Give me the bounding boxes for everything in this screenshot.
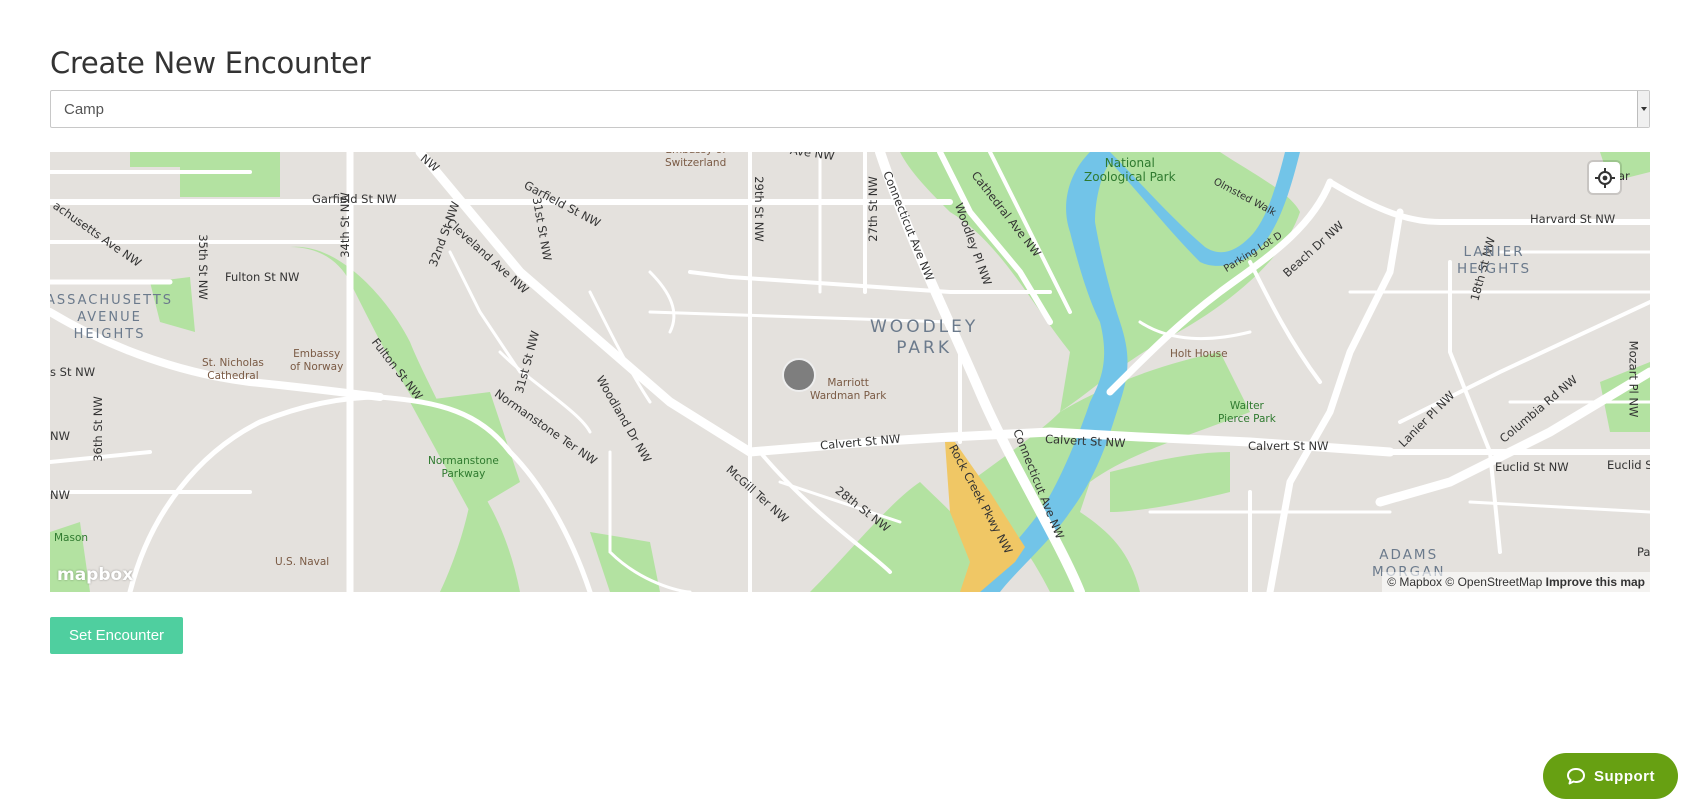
street-label: Calvert St NW — [1248, 439, 1329, 453]
dropdown-arrow-icon[interactable] — [1637, 91, 1649, 127]
support-button[interactable]: Support — [1543, 753, 1678, 799]
street-label: NW — [50, 429, 70, 443]
support-label: Support — [1594, 767, 1655, 785]
map[interactable]: Garfield St NW Garfield St NW Cleveland … — [50, 152, 1650, 592]
street-label: 27th St NW — [865, 176, 880, 242]
attribution-osm-link[interactable]: © OpenStreetMap — [1445, 575, 1542, 589]
street-label: 35th St NW — [195, 234, 210, 300]
street-label: 29th St NW — [751, 176, 766, 242]
street-label: 36th St NW — [90, 396, 105, 462]
map-attribution: © Mapbox © OpenStreetMap Improve this ma… — [1382, 572, 1650, 592]
street-label: Euclid S — [1607, 458, 1650, 472]
poi-label: St. Nicholas Cathedral — [202, 357, 264, 382]
chat-bubble-icon — [1567, 768, 1585, 785]
attribution-mapbox-link[interactable]: © Mapbox — [1387, 575, 1442, 589]
street-label: 34th St NW — [337, 192, 352, 258]
poi-label: Marriott Wardman Park — [810, 377, 887, 402]
geolocate-button[interactable] — [1589, 162, 1620, 193]
page-title: Create New Encounter — [50, 46, 371, 80]
encounter-type-value: Camp — [64, 101, 105, 118]
set-encounter-button[interactable]: Set Encounter — [50, 617, 183, 654]
crosshair-icon — [1594, 167, 1615, 188]
street-label: Fulton St NW — [225, 270, 300, 284]
poi-label: Embassy of Norway — [290, 348, 344, 373]
poi-label: Mason — [54, 532, 89, 544]
street-label: Harvard St NW — [1530, 212, 1616, 226]
street-label: Pa — [1637, 545, 1650, 559]
street-label: Mozart Pl NW — [1626, 340, 1641, 418]
poi-label: Embassy of Switzerland — [665, 152, 727, 169]
neighborhood-label: WOODLEY PARK — [870, 317, 979, 358]
street-label: Euclid St NW — [1495, 460, 1569, 474]
neighborhood-label: LANIER HEIGHTS — [1457, 244, 1532, 277]
poi-label: Normanstone Parkway — [428, 455, 499, 480]
mapbox-logo[interactable]: mapbox — [57, 565, 133, 585]
street-label: Garfield St NW — [312, 192, 397, 206]
encounter-type-select[interactable]: Camp — [50, 90, 1650, 128]
poi-label: Walter Pierce Park — [1218, 400, 1276, 425]
poi-label: U.S. Naval — [275, 556, 330, 568]
poi-label: Holt House — [1170, 348, 1228, 360]
street-label: NW — [50, 488, 70, 502]
location-marker[interactable] — [782, 358, 816, 392]
neighborhood-label: ASSACHUSETTS AVENUE HEIGHTS — [50, 293, 174, 342]
street-label: s St NW — [50, 365, 96, 379]
improve-map-link[interactable]: Improve this map — [1546, 575, 1645, 589]
poi-label: National Zoological Park — [1084, 156, 1176, 184]
